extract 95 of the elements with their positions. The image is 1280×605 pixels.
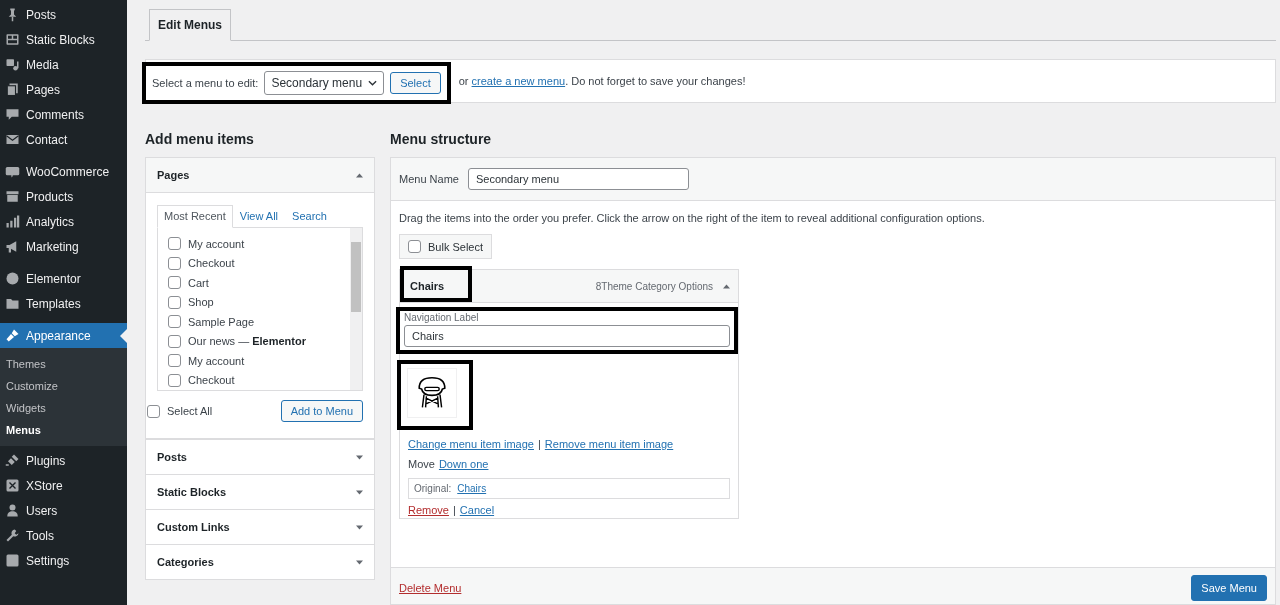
sidebar-item[interactable]: Analytics (0, 209, 127, 234)
plug-icon (5, 453, 20, 468)
panel-tab[interactable]: Most Recent (157, 205, 233, 228)
accordion-header[interactable]: Posts (146, 439, 374, 474)
pages-icon (5, 82, 20, 97)
box-icon (5, 189, 20, 204)
move-label: Move (408, 458, 435, 470)
section-heading: Menu structure (390, 131, 493, 147)
sidebar-item[interactable]: Appearance (0, 323, 127, 348)
media-icon (5, 57, 20, 72)
select-all-label: Select All (167, 405, 213, 417)
sidebar-item[interactable]: Users (0, 498, 127, 523)
panel-tab[interactable]: Search (285, 205, 334, 227)
menu-dropdown[interactable]: Secondary menu (264, 71, 385, 95)
page-label: Cart (188, 276, 209, 289)
field-caption: Navigation Label (404, 312, 480, 323)
speech-bubble-icon (5, 107, 20, 122)
submenu-item[interactable]: Widgets (0, 397, 127, 419)
link-separator: | (452, 504, 456, 516)
checkbox[interactable] (168, 256, 181, 270)
move-link[interactable]: Down one (438, 458, 489, 470)
envelope-icon (5, 132, 20, 147)
item-type-label: 8Theme Category Options (595, 280, 713, 292)
accordion-header[interactable]: Static Blocks (146, 474, 374, 509)
page-label: My account (188, 354, 245, 367)
add-to-menu-button[interactable]: Add to Menu (280, 400, 363, 422)
menu-item-title: Chairs (400, 266, 473, 302)
save-menu-button[interactable]: Save Menu (1191, 574, 1267, 601)
sidebar-item[interactable]: WooCommerce (0, 159, 127, 184)
sidebar-item[interactable]: Posts (0, 2, 127, 27)
image-link[interactable]: Change menu item image (408, 438, 534, 450)
sidebar-item[interactable]: Static Blocks (0, 27, 127, 52)
select-button[interactable]: Select (390, 72, 441, 94)
page-label: Shop (188, 296, 214, 309)
checkbox[interactable] (168, 237, 181, 251)
original-label: Original: (414, 483, 452, 494)
shop-badge-icon (5, 164, 20, 179)
person-icon (5, 503, 20, 518)
page-label: Sample Page (188, 315, 255, 328)
image-link[interactable]: Remove menu item image (544, 438, 674, 450)
circle-icon (5, 271, 20, 286)
select-menu-label: Select a menu to edit: (152, 77, 259, 89)
menu-name-field[interactable]: Secondary menu (467, 168, 689, 190)
section-heading: Add menu items (145, 131, 255, 147)
bar-chart-icon (5, 214, 20, 229)
grid-icon (5, 32, 20, 47)
sidebar-item[interactable]: Templates (0, 291, 127, 316)
edit-menus-tab[interactable]: Edit Menus (149, 9, 231, 41)
page-label: Checkout (188, 374, 235, 387)
sidebar-item[interactable]: Tools (0, 523, 127, 548)
submenu-item[interactable]: Customize (0, 375, 127, 397)
checkbox[interactable] (168, 315, 181, 329)
original-link[interactable]: Chairs (457, 483, 487, 494)
bulk-select-button[interactable]: Bulk Select (399, 234, 493, 259)
sidebar-item[interactable]: Products (0, 184, 127, 209)
x-square-icon (5, 478, 20, 493)
page-label: My account (188, 237, 245, 250)
panel-tab[interactable]: View All (232, 205, 286, 227)
sidebar-item[interactable]: Marketing (0, 234, 127, 259)
sidebar-item[interactable]: Elementor (0, 266, 127, 291)
delete-menu-link[interactable]: Delete Menu (399, 581, 462, 594)
sidebar-item[interactable]: Media (0, 52, 127, 77)
folder-icon (5, 296, 20, 311)
sidebar-item[interactable]: Settings (0, 548, 127, 573)
sidebar-item[interactable]: Pages (0, 77, 127, 102)
sidebar-item[interactable]: Comments (0, 102, 127, 127)
submenu-item[interactable]: Themes (0, 353, 127, 375)
sidebar-item[interactable]: XStore (0, 473, 127, 498)
checkbox[interactable] (168, 334, 181, 348)
accordion-header[interactable]: Pages (146, 158, 374, 193)
checkbox[interactable] (168, 276, 181, 290)
wrench-icon (5, 528, 20, 543)
instructions-text: Drag the items into the order you prefer. Click the arrow on the right of the item to reveal additional configuration options. (399, 212, 986, 224)
chevron-down-icon (368, 80, 378, 86)
page-label: Checkout (188, 257, 235, 270)
navigation-label-field[interactable]: Chairs (404, 325, 730, 347)
page-label: Our news — Elementor (188, 335, 306, 348)
scrollbar[interactable] (350, 228, 362, 390)
triangle-up-icon[interactable] (723, 283, 730, 289)
cancel-link[interactable]: Cancel (459, 504, 495, 516)
submenu-item[interactable]: Menus (0, 419, 127, 441)
remove-link[interactable]: Remove (408, 504, 449, 516)
menu-name-label: Menu Name (399, 173, 459, 185)
accordion-header[interactable]: Custom Links (146, 509, 374, 544)
checkbox[interactable] (168, 373, 181, 387)
accordion-header[interactable]: Categories (146, 544, 374, 579)
checkbox[interactable] (408, 240, 421, 253)
sidebar-item[interactable]: Contact (0, 127, 127, 152)
sidebar-item[interactable]: Plugins (0, 448, 127, 473)
link-separator: | (537, 438, 541, 450)
checkbox[interactable] (168, 295, 181, 309)
checkbox[interactable] (168, 354, 181, 368)
create-menu-note: or create a new menu. Do not forget to save your changes! (458, 75, 746, 87)
paintbrush-icon (5, 328, 20, 343)
checkbox[interactable] (147, 404, 160, 418)
